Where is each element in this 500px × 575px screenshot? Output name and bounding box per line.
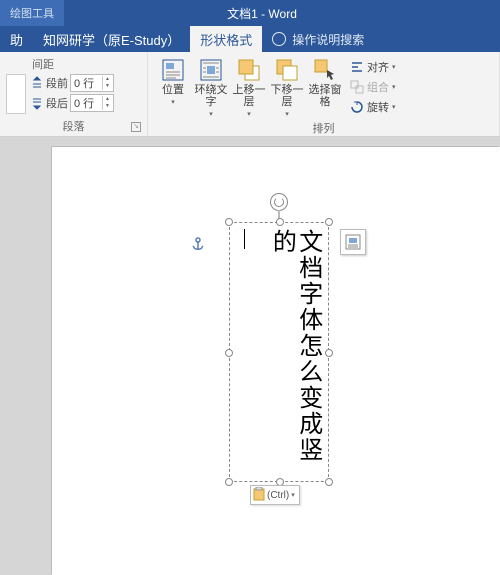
resize-handle-ml[interactable]: [225, 349, 233, 357]
bring-forward-icon: [237, 58, 261, 82]
tell-me-search[interactable]: 操作说明搜索: [262, 26, 374, 52]
spin-up-icon[interactable]: ▲: [102, 76, 112, 83]
group-paragraph-label: 段落 ↘: [6, 116, 141, 134]
layout-options-icon: [345, 234, 361, 250]
tab-estudy[interactable]: 知网研学（原E-Study）: [33, 26, 190, 52]
spacing-before-input[interactable]: 0 行 ▲▼: [70, 74, 114, 92]
rotate-icon: [350, 100, 364, 114]
rotate-button[interactable]: 旋转 ▾: [348, 98, 398, 116]
title-bar: 绘图工具 文档1 - Word: [0, 0, 500, 26]
spacing-header: 间距: [6, 56, 141, 74]
drawing-tools-context: 绘图工具: [0, 0, 64, 26]
chevron-down-icon: ▾: [291, 491, 295, 499]
bring-forward-button[interactable]: 上移一层 ▾: [230, 56, 268, 118]
paste-options-button[interactable]: (Ctrl) ▾: [250, 485, 300, 505]
spacing-after-label: 段后: [46, 95, 68, 111]
layout-options-button[interactable]: [340, 229, 366, 255]
wrap-text-button[interactable]: 环绕文 字 ▾: [192, 56, 230, 118]
position-icon: [161, 58, 185, 82]
spacing-before-value: 0 行: [74, 75, 94, 91]
spacing-after-row: 段后 0 行 ▲▼: [30, 94, 114, 112]
anchor-icon: [190, 237, 206, 253]
chevron-down-icon: ▾: [171, 98, 175, 106]
send-backward-icon: [275, 58, 299, 82]
dialog-launcher-icon[interactable]: ↘: [131, 122, 141, 132]
spin-up-icon[interactable]: ▲: [102, 96, 112, 103]
selection-pane-button[interactable]: 选择窗格: [306, 56, 344, 108]
group-paragraph: 间距 段前 0 行 ▲▼ 段后: [0, 52, 148, 136]
workspace: 文档字体怎么变成竖的 (Ctrl) ▾: [0, 137, 500, 575]
window-title: 文档1 - Word: [64, 5, 500, 22]
spacing-after-icon: [30, 96, 44, 110]
indent-partial[interactable]: [6, 74, 26, 114]
resize-handle-tl[interactable]: [225, 218, 233, 226]
position-button[interactable]: 位置 ▾: [154, 56, 192, 106]
group-items-button: 组合 ▾: [348, 78, 398, 96]
resize-handle-br[interactable]: [325, 478, 333, 486]
group-arrange-label: 排列: [154, 118, 493, 136]
spacing-before-row: 段前 0 行 ▲▼: [30, 74, 114, 92]
spin-down-icon[interactable]: ▼: [102, 103, 112, 110]
tab-bar: 助 知网研学（原E-Study） 形状格式 操作说明搜索: [0, 26, 500, 52]
spacing-after-value: 0 行: [74, 95, 94, 111]
tab-shape-format[interactable]: 形状格式: [190, 26, 262, 52]
send-backward-button[interactable]: 下移一层 ▾: [268, 56, 306, 118]
chevron-down-icon: ▾: [285, 110, 289, 118]
align-icon: [350, 60, 364, 74]
chevron-down-icon: ▾: [392, 63, 396, 71]
chevron-down-icon: ▾: [392, 103, 396, 111]
group-arrange: 位置 ▾ 环绕文 字 ▾ 上移一层 ▾ 下移一: [148, 52, 500, 136]
tell-me-label: 操作说明搜索: [292, 31, 364, 48]
resize-handle-tr[interactable]: [325, 218, 333, 226]
group-icon: [350, 80, 364, 94]
resize-handle-tm[interactable]: [276, 218, 284, 226]
tab-help[interactable]: 助: [0, 26, 33, 52]
chevron-down-icon: ▾: [247, 110, 251, 118]
document-page[interactable]: 文档字体怎么变成竖的 (Ctrl) ▾: [52, 147, 500, 575]
text-caret: [244, 229, 245, 249]
rotation-handle[interactable]: [270, 193, 288, 211]
selection-pane-icon: [313, 58, 337, 82]
spin-down-icon[interactable]: ▼: [102, 83, 112, 90]
paste-options-label: (Ctrl): [267, 490, 289, 501]
chevron-down-icon: ▾: [392, 83, 396, 91]
text-box[interactable]: 文档字体怎么变成竖的: [229, 222, 329, 482]
ribbon: 间距 段前 0 行 ▲▼ 段后: [0, 52, 500, 137]
resize-handle-mr[interactable]: [325, 349, 333, 357]
align-button[interactable]: 对齐 ▾: [348, 58, 398, 76]
spacing-before-icon: [30, 76, 44, 90]
clipboard-icon: [253, 487, 265, 504]
chevron-down-icon: ▾: [209, 110, 213, 118]
resize-handle-bl[interactable]: [225, 478, 233, 486]
textbox-content[interactable]: 文档字体怎么变成竖的: [268, 229, 321, 479]
spacing-before-label: 段前: [46, 75, 68, 91]
lightbulb-icon: [272, 32, 286, 46]
wrap-text-icon: [199, 58, 223, 82]
spacing-after-input[interactable]: 0 行 ▲▼: [70, 94, 114, 112]
